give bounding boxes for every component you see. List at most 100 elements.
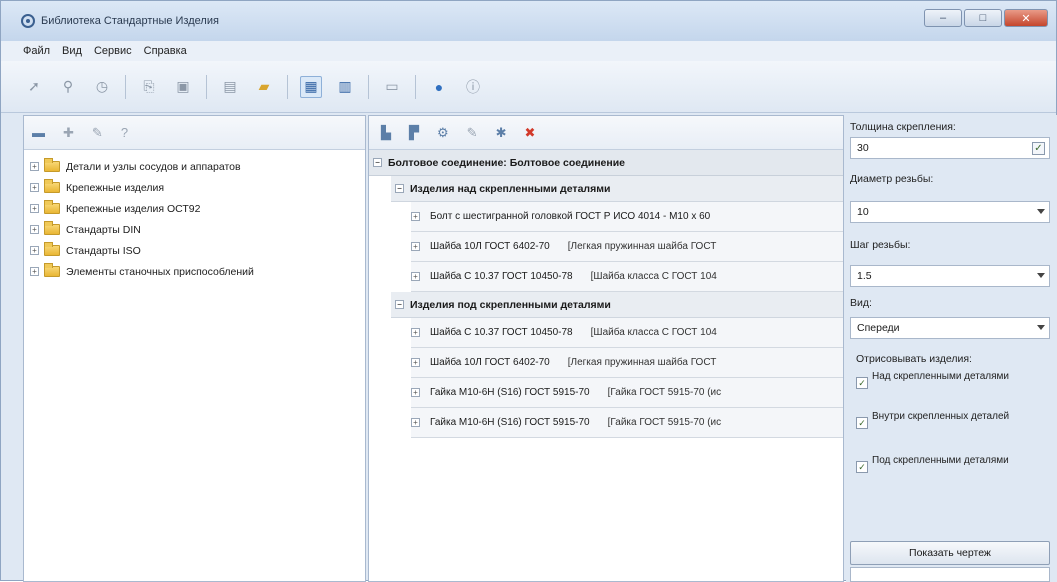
folder-open-icon[interactable]: ▰ [253,76,275,98]
info-icon[interactable]: ⓘ [462,76,484,98]
grid-view-icon[interactable]: ▥ [334,76,356,98]
collapse-icon[interactable]: − [395,184,404,193]
connection-pane: ▙ ▛ ⚙ ✎ ✱ ✖ − Болтовое соединение: Болтов… [368,115,844,582]
table-row[interactable]: + Шайба 10Л ГОСТ 6402-70 [Легкая пружинная… [411,232,843,262]
edit-icon[interactable]: ✎ [92,125,103,141]
menu-view[interactable]: Вид [62,45,82,57]
document-icon[interactable]: ▤ [219,76,241,98]
diameter-select[interactable]: 10 [850,201,1050,223]
group-title: Изделия над скрепленными деталями [410,182,611,195]
group-header[interactable]: − Изделия над скрепленными деталями [391,176,843,202]
table-row[interactable]: + Шайба 10Л ГОСТ 6402-70 [Легкая пружинная… [411,348,843,378]
minimize-button[interactable]: – [924,9,962,27]
window-title: Библиотека Стандартные Изделия [41,15,219,27]
apply-check-icon[interactable]: ✓ [1032,142,1045,155]
item-desc: [Гайка ГОСТ 5915-70 (ис [607,387,722,398]
window-icon[interactable]: ▭ [381,76,403,98]
checkbox[interactable]: ✓ [856,377,868,389]
save-icon[interactable]: ▙ [381,125,391,141]
dropdown-arrow-icon[interactable] [1037,273,1045,278]
table-row[interactable]: + Гайка М10-6Н (S16) ГОСТ 5915-70 [Гайка Г… [411,408,843,438]
check-inside[interactable]: ✓ Внутри скрепленных деталей [856,411,1046,429]
cursor-icon[interactable]: ➚ [23,76,45,98]
copy-icon[interactable]: ⎘ [138,76,160,98]
expand-icon[interactable]: + [411,212,420,221]
show-drawing-button[interactable]: Показать чертеж [850,541,1050,565]
table-row[interactable]: + Гайка М10-6Н (S16) ГОСТ 5915-70 [Гайка Г… [411,378,843,408]
tree-item-label: Стандарты ISO [66,244,141,257]
table-row[interactable]: + Болт с шестигранной головкой ГОСТ Р ИСО… [411,202,843,232]
binoculars-icon[interactable]: ⚲ [57,76,79,98]
paste-icon[interactable]: ▣ [172,76,194,98]
expand-icon[interactable]: + [30,225,39,234]
history-icon[interactable]: ◷ [91,76,113,98]
table-row[interactable]: + Шайба С 10.37 ГОСТ 10450-78 [Шайба класс… [411,318,843,348]
expand-icon[interactable]: + [411,328,420,337]
pitch-select[interactable]: 1.5 [850,265,1050,287]
tree-item[interactable]: + Стандарты DIN [24,219,365,240]
checkbox[interactable]: ✓ [856,417,868,429]
tree-item[interactable]: + Элементы станочных приспособлений [24,261,365,282]
folder-icon [44,158,60,172]
maximize-button[interactable]: □ [964,9,1002,27]
add-icon[interactable]: ✚ [63,125,74,141]
tree-item-label: Крепежные изделия ОСТ92 [66,202,201,215]
connection-group[interactable]: − Болтовое соединение: Болтовое соединени… [369,150,843,176]
group-header[interactable]: − Изделия под скрепленными деталями [391,292,843,318]
tree-item-label: Элементы станочных приспособлений [66,265,254,278]
view-select[interactable]: Спереди [850,317,1050,339]
folder-icon [44,179,60,193]
expand-icon[interactable]: + [30,246,39,255]
diameter-label: Диаметр резьбы: [850,173,934,185]
item-name: Шайба С 10.37 ГОСТ 10450-78 [430,271,573,282]
expand-icon[interactable]: + [30,162,39,171]
expand-icon[interactable]: + [30,267,39,276]
properties-icon[interactable]: ✎ [467,125,478,141]
expand-icon[interactable]: + [411,418,420,427]
question-icon[interactable]: ? [121,125,128,140]
expand-icon[interactable]: + [30,183,39,192]
toolbar-separator [287,74,288,99]
menu-service[interactable]: Сервис [94,45,132,57]
item-desc: [Шайба класса С ГОСТ 104 [590,271,717,282]
dropdown-arrow-icon[interactable] [1037,325,1045,330]
settings-icon[interactable]: ✱ [496,125,507,141]
folder-icon [44,221,60,235]
menu-file[interactable]: Файл [23,45,50,57]
collapse-icon[interactable]: − [373,158,382,167]
check-below[interactable]: ✓ Под скрепленными деталями [856,455,1046,473]
collapse-icon[interactable]: − [395,300,404,309]
delete-icon[interactable]: ✖ [524,125,535,141]
item-desc: [Гайка ГОСТ 5915-70 (ис [607,417,722,428]
expand-icon[interactable]: + [30,204,39,213]
build-icon[interactable]: ⚙ [437,125,449,141]
tree-item[interactable]: + Детали и узлы сосудов и аппаратов [24,156,365,177]
tree-item[interactable]: + Крепежные изделия ОСТ92 [24,198,365,219]
catalog-icon[interactable]: ▬ [32,125,45,140]
dropdown-arrow-icon[interactable] [1037,209,1045,214]
item-name: Шайба С 10.37 ГОСТ 10450-78 [430,327,573,338]
item-desc: [Легкая пружинная шайба ГОСТ [567,241,717,252]
save-as-icon[interactable]: ▛ [409,125,419,141]
checkbox[interactable]: ✓ [856,461,868,473]
tree-item-label: Стандарты DIN [66,223,141,236]
thickness-field[interactable]: 30 ✓ [850,137,1050,159]
menu-help[interactable]: Справка [144,45,187,57]
expand-icon[interactable]: + [411,242,420,251]
check-above[interactable]: ✓ Над скрепленными деталями [856,371,1046,389]
expand-icon[interactable]: + [411,358,420,367]
panel-view-icon[interactable]: ▦ [300,75,322,98]
expand-icon[interactable]: + [411,388,420,397]
tree-item[interactable]: + Стандарты ISO [24,240,365,261]
help-icon[interactable]: ● [428,76,450,98]
expand-icon[interactable]: + [411,272,420,281]
toolbar-separator [206,74,207,99]
tree-item[interactable]: + Крепежные изделия [24,177,365,198]
toolbar-separator [415,74,416,99]
toolbar-separator [368,74,369,99]
library-tree-pane: ▬ ✚ ✎ ? + Детали и узлы сосудов и аппарат… [23,115,366,582]
view-value: Спереди [857,322,900,334]
close-button[interactable]: ✕ [1004,9,1048,27]
library-tree: + Детали и узлы сосудов и аппаратов + Креп… [24,150,365,282]
table-row[interactable]: + Шайба С 10.37 ГОСТ 10450-78 [Шайба класс… [411,262,843,292]
